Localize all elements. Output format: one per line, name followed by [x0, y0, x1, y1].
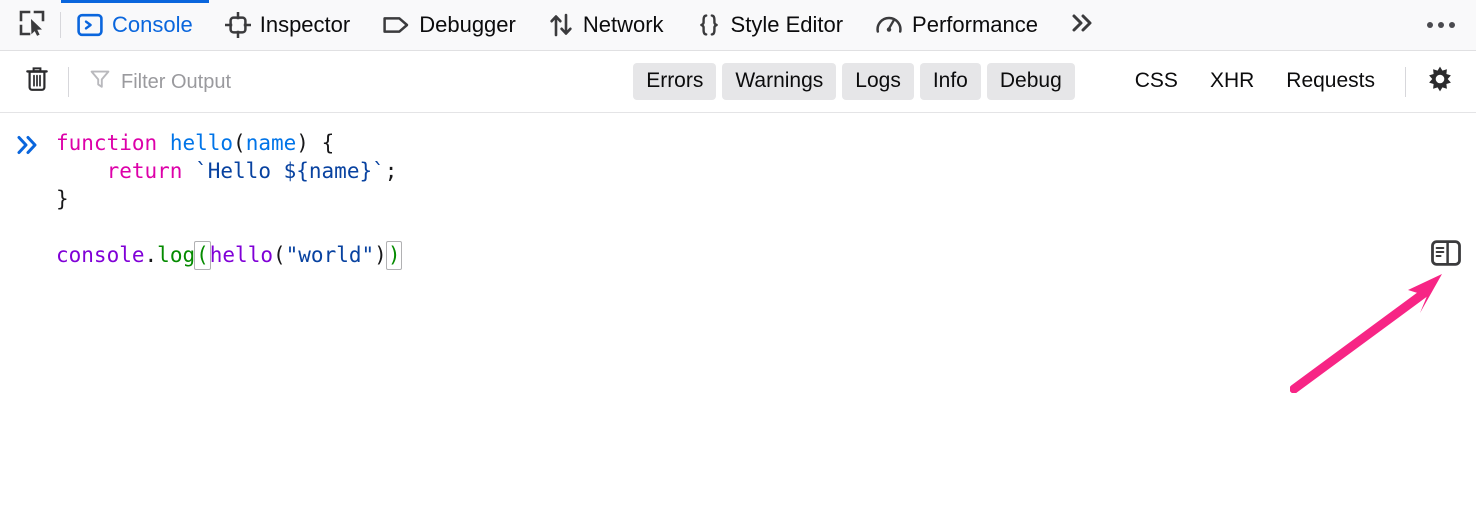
- token-paren-close-1: ): [296, 131, 309, 155]
- console-code-editor[interactable]: function hello(name) { return `Hello ${n…: [56, 129, 403, 270]
- token-paren-open-match: (: [194, 241, 211, 270]
- token-indent-2b: [81, 159, 106, 183]
- gear-icon: [1425, 64, 1455, 99]
- token-brace-close: }: [56, 187, 69, 211]
- element-picker-button[interactable]: [4, 0, 60, 50]
- style-braces-icon: [696, 12, 722, 38]
- token-call-hello: hello: [209, 243, 273, 267]
- filterbar-divider-right: [1405, 66, 1406, 97]
- token-paren-open-1: (: [233, 131, 246, 155]
- token-method-log: log: [157, 243, 196, 267]
- tab-performance[interactable]: Performance: [859, 0, 1054, 50]
- token-template-literal: `Hello ${name}`: [195, 159, 385, 183]
- double-chevron-prompt-icon: [14, 133, 42, 162]
- tab-debugger[interactable]: Debugger: [366, 0, 532, 50]
- filter-debug[interactable]: Debug: [986, 63, 1075, 100]
- token-space-3: [182, 159, 195, 183]
- code-line-3: }: [56, 185, 401, 213]
- split-console-panel-icon: [1431, 239, 1461, 271]
- console-input-row[interactable]: function hello(name) { return `Hello ${n…: [0, 113, 1476, 270]
- network-arrows-icon: [548, 12, 574, 38]
- token-dot: .: [144, 243, 158, 267]
- filter-input[interactable]: Filter Output: [75, 68, 633, 95]
- element-picker-icon: [17, 8, 47, 43]
- token-parameter-name: name: [245, 131, 297, 155]
- tab-inspector[interactable]: Inspector: [209, 0, 367, 50]
- filter-warnings[interactable]: Warnings: [722, 63, 837, 100]
- filter-info[interactable]: Info: [919, 63, 981, 100]
- filter-input-placeholder: Filter Output: [121, 70, 232, 93]
- devtools-window: Console Inspector Debugger Network Style…: [0, 0, 1476, 530]
- token-keyword-return: return: [106, 159, 183, 183]
- tab-performance-label: Performance: [912, 12, 1038, 37]
- filter-errors[interactable]: Errors: [633, 63, 717, 100]
- console-filter-bar: Filter Output Errors Warnings Logs Info …: [0, 51, 1476, 113]
- token-inner-paren-close: ): [374, 243, 387, 267]
- tabs-overflow-button[interactable]: [1054, 0, 1112, 50]
- tab-debugger-label: Debugger: [419, 12, 516, 37]
- filter-logs[interactable]: Logs: [842, 63, 914, 100]
- code-line-2: return `Hello ${name}`;: [56, 157, 401, 185]
- tab-network-label: Network: [582, 12, 664, 37]
- token-brace-open: {: [321, 131, 335, 155]
- devtools-tab-list: Console Inspector Debugger Network Style…: [61, 0, 1262, 50]
- token-space-2: [309, 131, 322, 155]
- filter-css[interactable]: CSS: [1119, 63, 1194, 100]
- token-string-world: "world": [285, 243, 375, 267]
- devtools-options-menu-button[interactable]: [1412, 0, 1470, 50]
- console-prompt-marker: [0, 129, 56, 162]
- token-paren-close-match: ): [385, 241, 403, 270]
- code-line-1: function hello(name) {: [56, 129, 401, 157]
- filter-requests[interactable]: Requests: [1270, 63, 1391, 100]
- code-line-5: console.log(hello("world")): [56, 241, 403, 270]
- devtools-toolbar: Console Inspector Debugger Network Style…: [0, 0, 1476, 51]
- token-indent-2: [56, 159, 81, 183]
- funnel-icon: [89, 68, 111, 95]
- token-keyword-function: function: [56, 131, 158, 155]
- tab-inspector-label: Inspector: [259, 12, 351, 37]
- token-object-console: console: [56, 243, 145, 267]
- clear-console-button[interactable]: [14, 65, 60, 98]
- console-settings-button[interactable]: [1414, 64, 1466, 99]
- performance-gauge-icon: [875, 12, 903, 38]
- token-function-name: hello: [169, 131, 234, 155]
- filterbar-divider: [68, 66, 69, 97]
- console-prompt-icon: [77, 12, 103, 38]
- split-console-panel-button[interactable]: [1428, 239, 1464, 271]
- debugger-tag-icon: [382, 12, 410, 38]
- severity-filter-group: Errors Warnings Logs Info Debug: [633, 63, 1075, 100]
- chevron-double-right-icon: [1068, 10, 1098, 41]
- tab-style-editor[interactable]: Style Editor: [680, 0, 860, 50]
- trash-icon: [24, 65, 50, 98]
- tab-style-editor-label: Style Editor: [730, 12, 844, 37]
- tab-console[interactable]: Console: [61, 0, 209, 50]
- code-line-4-blank: [56, 213, 401, 241]
- console-output-area: function hello(name) { return `Hello ${n…: [0, 113, 1476, 530]
- tab-console-label: Console: [112, 12, 193, 37]
- token-semicolon: ;: [384, 159, 398, 183]
- token-inner-paren-open: (: [272, 243, 286, 267]
- tab-network[interactable]: Network: [532, 0, 680, 50]
- pink-pointer-arrow: [1290, 274, 1442, 393]
- filter-xhr[interactable]: XHR: [1194, 63, 1270, 100]
- meatball-menu-icon: [1425, 22, 1458, 28]
- inspector-target-icon: [224, 12, 251, 38]
- category-filter-group: CSS XHR Requests: [1119, 63, 1391, 100]
- token-space-1: [157, 131, 170, 155]
